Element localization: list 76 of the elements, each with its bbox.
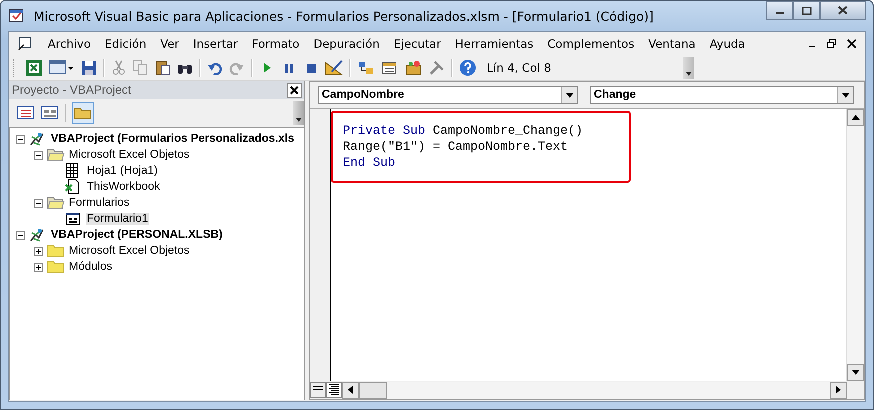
vertical-scrollbar[interactable] xyxy=(846,109,864,381)
menu-item[interactable]: Herramientas xyxy=(448,36,541,50)
menu-item[interactable]: Edición xyxy=(98,36,154,50)
right-arrow-icon xyxy=(836,386,841,394)
collapse-icon[interactable] xyxy=(34,150,43,160)
save-icon[interactable] xyxy=(81,60,97,76)
cursor-position: Lín 4, Col 8 xyxy=(487,60,552,74)
menu-item[interactable]: Complementos xyxy=(540,36,642,50)
tree-item[interactable]: Microsoft Excel Objetos xyxy=(68,245,191,257)
collapse-icon[interactable] xyxy=(16,134,25,144)
tree-item[interactable]: Formularios xyxy=(68,197,131,209)
folder-icon xyxy=(47,259,65,275)
procedure-view-button[interactable] xyxy=(310,382,326,398)
toolbar-options-icon[interactable] xyxy=(293,101,304,125)
tree-item[interactable]: Hoja1 (Hoja1) xyxy=(86,165,159,177)
panel-title: Proyecto - VBAProject xyxy=(12,83,132,97)
tree-item[interactable]: Formulario1 xyxy=(86,213,150,225)
view-code-icon[interactable] xyxy=(17,105,35,121)
form-icon[interactable] xyxy=(17,36,33,52)
close-icon xyxy=(838,6,848,15)
open-folder-icon xyxy=(47,195,65,211)
window-title: Microsoft Visual Basic para Aplicaciones - Formularios Personalizados.xlsm - [Formulario1 (Código)] xyxy=(34,8,655,24)
menu-item[interactable]: Insertar xyxy=(186,36,246,50)
design-mode-icon[interactable] xyxy=(325,60,343,76)
view-object-icon[interactable] xyxy=(41,105,59,121)
tree-item[interactable]: ThisWorkbook xyxy=(86,181,162,193)
close-icon xyxy=(290,86,299,94)
toggle-folders-button[interactable] xyxy=(72,102,94,124)
close-icon[interactable] xyxy=(847,38,857,48)
app-icon xyxy=(8,7,26,25)
collapse-icon[interactable] xyxy=(34,198,43,208)
horizontal-scrollbar[interactable] xyxy=(342,382,847,398)
code-line: Private Sub CampoNombre_Change() xyxy=(343,123,584,139)
collapse-icon[interactable] xyxy=(16,230,25,240)
object-dropdown[interactable]: CampoNombre xyxy=(318,86,578,104)
folder-icon xyxy=(47,243,65,259)
clipboard-icon[interactable] xyxy=(155,60,171,76)
maximize-button[interactable] xyxy=(793,1,820,20)
form-icon xyxy=(65,211,83,227)
spreadsheet-icon[interactable] xyxy=(25,58,43,76)
toolbox-icon[interactable] xyxy=(405,60,423,76)
close-button[interactable] xyxy=(820,1,866,20)
tree-item[interactable]: VBAProject (PERSONAL.XLSB) xyxy=(50,229,224,241)
code-line: End Sub xyxy=(343,155,397,171)
expand-icon[interactable] xyxy=(34,262,43,272)
scroll-thumb[interactable] xyxy=(359,382,387,398)
menu-item[interactable]: Formato xyxy=(245,36,307,50)
full-module-view-button[interactable] xyxy=(326,382,342,398)
dropdown-arrow-icon xyxy=(566,92,574,98)
help-icon[interactable] xyxy=(459,58,477,76)
close-button[interactable] xyxy=(287,82,302,98)
left-arrow-icon xyxy=(348,386,353,394)
minimize-button[interactable] xyxy=(766,1,793,20)
tools-icon[interactable] xyxy=(429,60,445,76)
menu-item[interactable]: Ejecutar xyxy=(386,36,448,50)
expand-icon[interactable] xyxy=(34,246,43,256)
procedure-dropdown[interactable]: Change xyxy=(590,86,854,104)
open-folder-icon xyxy=(47,147,65,163)
dropdown-arrow-icon xyxy=(842,92,850,98)
down-arrow-icon xyxy=(852,370,860,375)
tree-item[interactable]: Módulos xyxy=(68,261,114,273)
tree-item[interactable]: VBAProject (Formularios Personalizados.xls xyxy=(50,133,296,145)
full-module-view-icon xyxy=(328,384,340,396)
menu-item[interactable]: Ayuda xyxy=(702,36,752,50)
tree-item[interactable]: Microsoft Excel Objetos xyxy=(68,149,191,161)
code-line: Range("B1") = CampoNombre.Text xyxy=(343,139,570,155)
maximize-icon xyxy=(802,6,812,14)
menu-item[interactable]: Archivo xyxy=(41,36,98,50)
project-explorer-icon[interactable] xyxy=(357,60,375,76)
menu-item[interactable]: Depuración xyxy=(306,36,387,50)
menu-item[interactable]: Ventana xyxy=(642,36,703,50)
restore-icon[interactable] xyxy=(827,38,837,48)
properties-icon[interactable] xyxy=(381,60,399,76)
menu-item[interactable]: Ver xyxy=(154,36,186,50)
up-arrow-icon xyxy=(852,115,860,120)
toolbar-options-icon[interactable] xyxy=(683,56,694,78)
